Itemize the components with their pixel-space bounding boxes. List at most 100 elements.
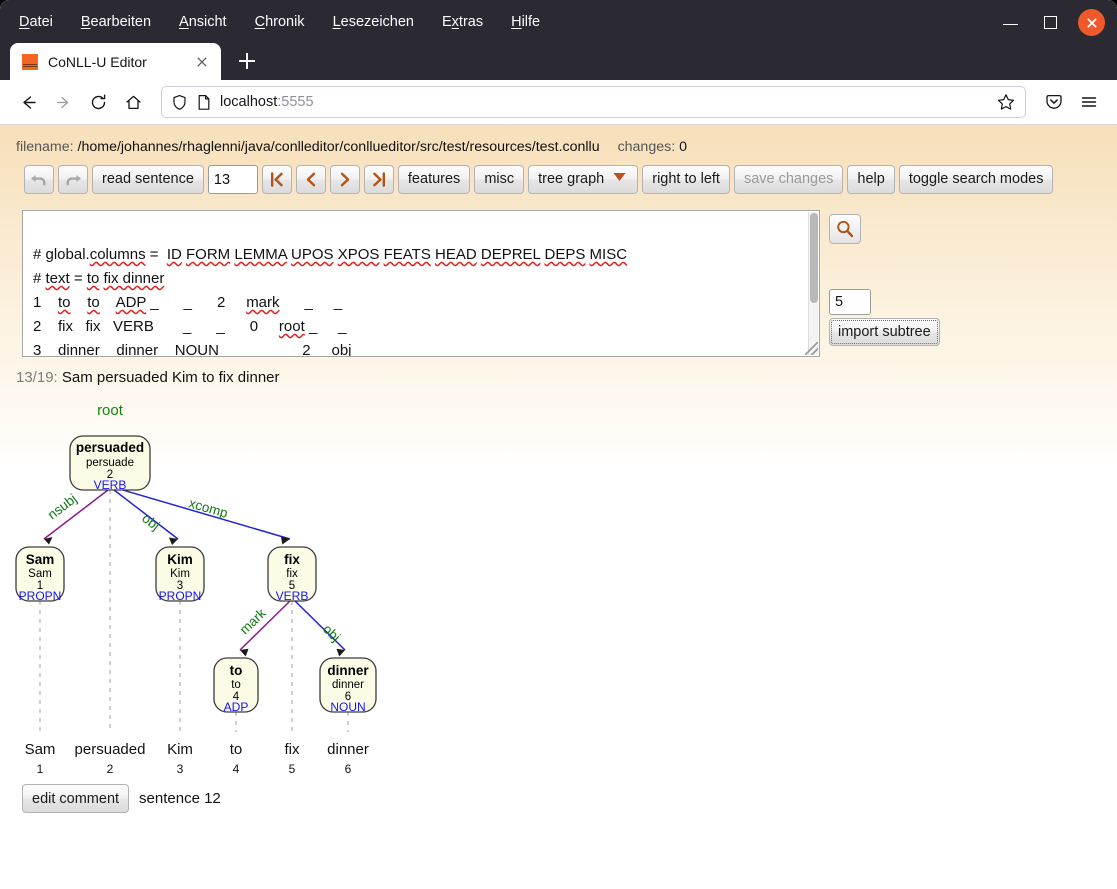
url-host: localhost <box>220 94 278 110</box>
misc-button[interactable]: misc <box>474 165 525 194</box>
edge-label-mark: mark <box>237 605 269 637</box>
textarea-scrollbar-thumb[interactable] <box>810 213 818 303</box>
sentence-number-input[interactable] <box>207 165 258 194</box>
last-page-icon <box>373 172 385 187</box>
changes-value: 0 <box>679 139 687 155</box>
sentence-header: 13/19: Sam persuaded Kim to fix dinner <box>0 357 1117 386</box>
url-port: :5555 <box>277 94 314 110</box>
tree-node-5[interactable]: fix fix 5 VERB <box>267 546 317 603</box>
changes-label: changes: <box>617 139 676 155</box>
hamburger-menu-button[interactable] <box>1073 86 1105 118</box>
node-1-lemma: Sam <box>28 568 52 580</box>
edge-nsubj: nsubj <box>43 489 109 545</box>
root-label: root <box>97 402 124 419</box>
menu-bar: Datei Bearbeiten Ansicht Chronik Lesezei… <box>0 0 1117 44</box>
menu-ansicht[interactable]: Ansicht <box>178 12 228 32</box>
browser-chrome-top: Datei Bearbeiten Ansicht Chronik Lesezei… <box>0 0 1117 80</box>
forward-button[interactable] <box>47 86 79 118</box>
filename-label: filename: <box>16 139 74 155</box>
tree-node-3[interactable]: Kim Kim 3 PROPN <box>155 546 205 603</box>
tree-node-6[interactable]: dinner dinner 6 NOUN <box>319 657 377 714</box>
menu-chronik[interactable]: Chronik <box>254 12 306 32</box>
edit-comment-button[interactable]: edit comment <box>22 784 130 813</box>
bottom-row: edit comment sentence 12 <box>0 784 1117 813</box>
tree-node-1[interactable]: Sam Sam 1 PROPN <box>15 546 65 603</box>
chevron-down-icon <box>611 170 628 188</box>
next-sentence-button[interactable] <box>329 165 360 194</box>
import-subtree-button[interactable]: import subtree <box>829 318 940 346</box>
right-to-left-button[interactable]: right to left <box>642 165 730 194</box>
menu-extras[interactable]: Extras <box>441 12 484 32</box>
tab-conllu-editor[interactable]: CoNLL-U Editor <box>10 43 221 80</box>
url-text: localhost:5555 <box>220 94 988 110</box>
node-5-lemma: fix <box>286 568 298 580</box>
textarea-scrollbar[interactable] <box>808 212 818 355</box>
token-2-id: 2 <box>107 762 114 776</box>
sentence-comment: sentence 12 <box>139 790 221 807</box>
edge-obj-1: obj <box>113 489 179 545</box>
close-icon <box>1087 18 1096 27</box>
tree-node-4[interactable]: to to 4 ADP <box>213 657 259 714</box>
menu-datei[interactable]: Datei <box>18 12 54 32</box>
token-4-id: 4 <box>233 762 240 776</box>
help-button[interactable]: help <box>847 165 895 194</box>
sentence-text: Sam persuaded Kim to fix dinner <box>61 369 280 386</box>
maximize-button[interactable] <box>1038 10 1064 36</box>
node-5-upos: VERB <box>276 589 309 603</box>
node-2-upos: VERB <box>94 478 127 492</box>
node-4-lemma: to <box>231 679 241 691</box>
redo-button[interactable] <box>58 165 88 194</box>
tree-graph-label: tree graph <box>538 171 605 187</box>
search-button[interactable] <box>829 214 861 244</box>
menu-lesezeichen[interactable]: Lesezeichen <box>332 12 415 32</box>
undo-button[interactable] <box>24 165 54 194</box>
menu-bearbeiten[interactable]: Bearbeiten <box>80 12 152 32</box>
dependency-tree: root nsubj obj xcomp mark obj persuaded … <box>0 392 1117 782</box>
app-toolbar: read sentence 13 features misc tree grap… <box>0 155 1117 194</box>
token-5-form: fix <box>285 741 301 758</box>
sentence-separator: : <box>53 369 62 386</box>
node-6-form: dinner <box>327 663 369 678</box>
save-changes-button[interactable]: save changes <box>733 165 844 194</box>
edge-xcomp: xcomp <box>115 487 291 545</box>
home-button[interactable] <box>117 86 149 118</box>
page-content: filename: /home/johannes/rhaglenni/java/… <box>0 125 1117 889</box>
menu-hilfe[interactable]: Hilfe <box>510 12 541 32</box>
tree-svg: root nsubj obj xcomp mark obj persuaded … <box>15 402 377 776</box>
pocket-button[interactable] <box>1038 86 1070 118</box>
textarea-resize-handle[interactable] <box>805 342 818 355</box>
prev-sentence-button[interactable] <box>295 165 326 194</box>
token-1-id: 1 <box>37 762 44 776</box>
last-sentence-button[interactable] <box>363 165 394 194</box>
back-button[interactable] <box>12 86 44 118</box>
subtree-number-input[interactable] <box>829 289 871 315</box>
token-row: Sam 1 persuaded 2 Kim 3 to 4 fix 5 dinne… <box>25 741 369 776</box>
first-sentence-button[interactable] <box>261 165 292 194</box>
node-3-lemma: Kim <box>170 568 190 580</box>
read-sentence-button[interactable]: read sentence <box>92 165 204 194</box>
close-button[interactable] <box>1078 9 1105 36</box>
bookmark-star-icon[interactable] <box>996 92 1016 112</box>
features-button[interactable]: features <box>397 165 471 194</box>
minimize-button[interactable] <box>998 10 1024 36</box>
conllu-textarea[interactable] <box>22 210 820 357</box>
hamburger-menu-icon <box>1081 97 1097 107</box>
side-panel: import subtree <box>829 210 940 346</box>
edge-obj-2: obj <box>294 600 346 657</box>
url-bar[interactable]: localhost:5555 <box>161 86 1026 118</box>
node-6-lemma: dinner <box>332 679 364 691</box>
toggle-search-modes-button[interactable]: toggle search modes <box>898 165 1054 194</box>
sentence-index: 13/19 <box>16 369 54 386</box>
token-3-id: 3 <box>177 762 184 776</box>
tree-graph-dropdown[interactable]: tree graph <box>528 165 639 194</box>
new-tab-button[interactable] <box>231 45 263 77</box>
node-3-form: Kim <box>167 552 193 567</box>
node-2-form: persuaded <box>76 440 144 455</box>
tree-node-2[interactable]: persuaded persuade 2 VERB <box>69 435 151 492</box>
token-droplines <box>39 490 349 732</box>
reload-button[interactable] <box>82 86 114 118</box>
token-2-form: persuaded <box>75 741 146 758</box>
tab-close-icon[interactable] <box>192 52 212 72</box>
node-4-upos: ADP <box>224 700 249 714</box>
redo-icon <box>66 174 81 185</box>
